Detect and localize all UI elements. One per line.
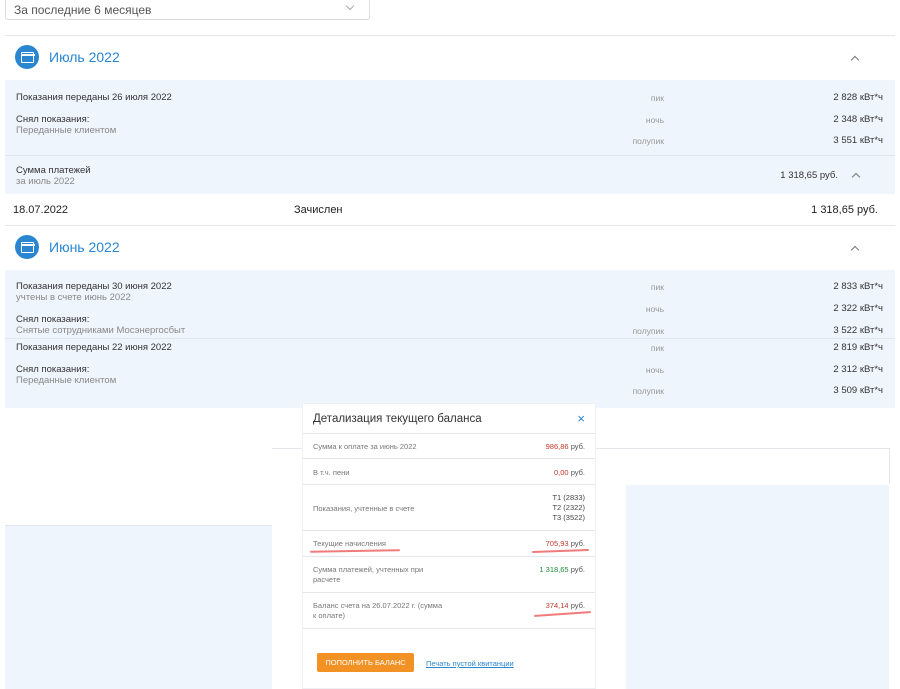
divider: [303, 458, 595, 459]
tariff-label: ночь: [645, 365, 664, 375]
tariff-label: полупик: [632, 386, 664, 396]
readings-panel-july: Показания переданы 26 июля 2022 Снял пок…: [5, 80, 895, 194]
chevron-up-icon[interactable]: [850, 245, 860, 255]
payment-date: 18.07.2022: [13, 204, 69, 216]
reading-header: Показания переданы 30 июня 2022: [16, 281, 172, 292]
reading-value: 2 833 кВт*ч: [833, 281, 883, 292]
reading-value: 2 312 кВт*ч: [833, 364, 883, 375]
payment-row: 18.07.2022 Зачислен 1 318,65 руб.: [5, 198, 895, 224]
taken-by-value: Переданные клиентом: [16, 125, 117, 136]
divider: [303, 628, 595, 629]
reading-value: 3 509 кВт*ч: [833, 385, 883, 396]
chevron-down-icon: [345, 1, 355, 11]
tariff-label: ночь: [645, 304, 664, 314]
balance-label: Баланс счета на 26.07.2022 г. (сумма к о…: [313, 601, 443, 620]
taken-by-value: Переданные клиентом: [16, 375, 117, 386]
divider: [5, 338, 895, 339]
divider: [5, 155, 895, 156]
payments-label: Сумма платежей, учтенных при расчете: [313, 565, 424, 584]
chevron-up-icon[interactable]: [851, 172, 861, 182]
reading-header: Показания переданы 26 июля 2022: [16, 92, 172, 103]
reading-value: 3 522 кВт*ч: [833, 325, 883, 336]
highlight-underline: [533, 611, 592, 617]
balance-value: 374,14 руб.: [545, 601, 585, 610]
payment-amount: 1 318,65 руб.: [811, 204, 878, 216]
payment-status: Зачислен: [294, 204, 343, 216]
payments-sum-amount: 1 318,65 руб.: [780, 170, 838, 181]
close-icon[interactable]: ×: [577, 411, 585, 426]
tariff-label: полупик: [632, 326, 664, 336]
due-value: 986,86 руб.: [545, 442, 585, 451]
taken-by-label: Снял показания:: [16, 314, 90, 325]
print-empty-receipt-link[interactable]: Печать пустой квитанции: [426, 659, 514, 668]
divider: [303, 556, 595, 557]
divider: [303, 484, 595, 485]
taken-by-value: Снятые сотрудниками Мосэнергосбыт: [16, 325, 186, 336]
reading-value: 2 828 кВт*ч: [833, 92, 883, 103]
background-panel: [5, 526, 273, 689]
penalty-value: 0,00 руб.: [553, 468, 585, 477]
calendar-icon: [15, 45, 39, 69]
payments-sum-label: Сумма платежей: [16, 165, 91, 176]
month-title: Июль 2022: [49, 49, 120, 65]
reading-t3: T3 (3522): [552, 513, 585, 522]
reading-value: 2 348 кВт*ч: [833, 114, 883, 125]
modal-title: Детализация текущего баланса: [313, 413, 482, 425]
highlight-underline: [309, 549, 401, 553]
readings-panel-june: Показания переданы 30 июня 2022 учтены в…: [5, 270, 895, 408]
reading-t2: T2 (2322): [552, 503, 585, 512]
taken-by-label: Снял показания:: [16, 114, 90, 125]
charges-label: Текущие начисления: [313, 539, 386, 548]
background-panel: [626, 485, 889, 689]
penalty-label: В т.ч. пени: [313, 468, 350, 477]
due-label: Сумма к оплате за июнь 2022: [313, 442, 417, 451]
payments-sum-period: за июль 2022: [16, 176, 75, 187]
divider: [303, 433, 595, 434]
period-select-value: За последние 6 месяцев: [14, 3, 152, 17]
month-header-june[interactable]: Июнь 2022: [5, 226, 895, 270]
divider: [889, 448, 890, 484]
month-header-july[interactable]: Июль 2022: [5, 36, 895, 80]
reading-note: учтены в счете июнь 2022: [16, 292, 131, 303]
chevron-up-icon[interactable]: [850, 55, 860, 65]
tariff-label: ночь: [645, 115, 664, 125]
reading-value: 2 819 кВт*ч: [833, 342, 883, 353]
period-select[interactable]: За последние 6 месяцев: [5, 0, 370, 20]
background-panel: [272, 449, 302, 689]
tariff-label: пик: [650, 343, 664, 353]
tariff-label: пик: [650, 282, 664, 292]
balance-details-modal: Детализация текущего баланса × Сумма к о…: [302, 403, 596, 689]
month-title: Июнь 2022: [49, 239, 120, 255]
highlight-underline: [531, 549, 590, 553]
calendar-icon: [15, 235, 39, 259]
tariff-label: полупик: [632, 136, 664, 146]
divider: [303, 592, 595, 593]
reading-t1: T1 (2833): [552, 493, 585, 502]
readings-label: Показания, учтенные в счете: [313, 504, 415, 513]
topup-balance-button[interactable]: ПОПОЛНИТЬ БАЛАНС: [317, 653, 414, 672]
reading-value: 2 322 кВт*ч: [833, 303, 883, 314]
divider: [303, 530, 595, 531]
charges-value: 705,93 руб.: [545, 539, 585, 548]
divider: [5, 525, 273, 526]
payments-value: 1 318,65 руб.: [539, 565, 585, 574]
tariff-label: пик: [650, 93, 664, 103]
reading-value: 3 551 кВт*ч: [833, 135, 883, 146]
taken-by-label: Снял показания:: [16, 364, 90, 375]
reading-header: Показания переданы 22 июня 2022: [16, 342, 172, 353]
